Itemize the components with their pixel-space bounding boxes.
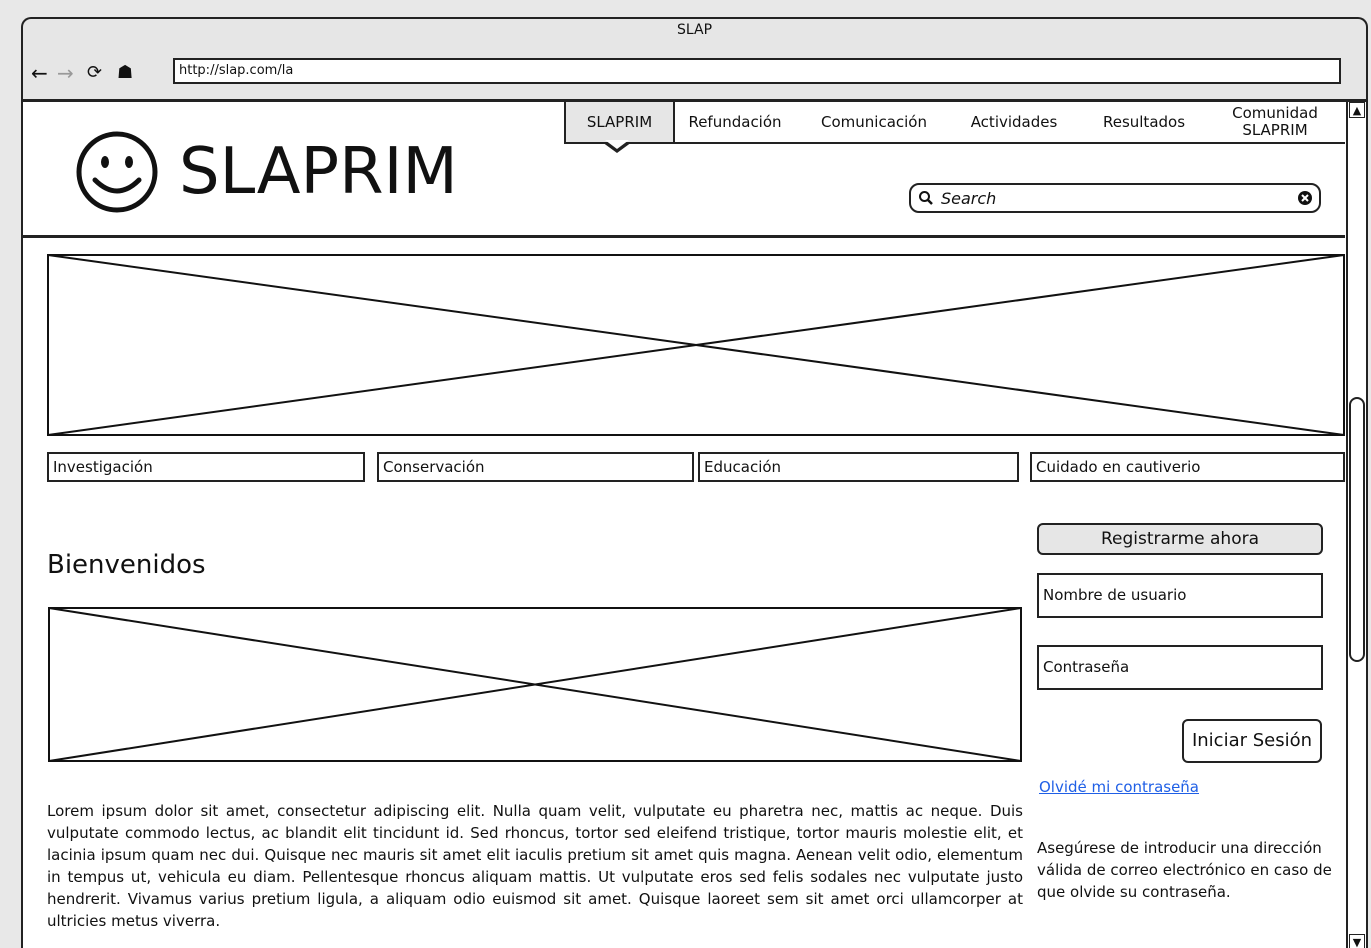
forward-icon[interactable]: → [57, 61, 74, 85]
tab-comunidad-slaprim[interactable]: Comunidad SLAPRIM [1216, 102, 1334, 142]
content-image-placeholder [48, 607, 1022, 762]
scroll-down-icon[interactable]: ▼ [1349, 934, 1365, 948]
scroll-up-icon[interactable]: ▲ [1349, 102, 1365, 118]
tab-slaprim[interactable]: SLAPRIM [564, 102, 675, 142]
username-field[interactable]: Nombre de usuario [1037, 573, 1323, 618]
back-icon[interactable]: ← [31, 61, 48, 85]
email-note: Asegúrese de introducir una dirección vá… [1037, 839, 1332, 901]
logo-text: SLAPRIM [179, 135, 458, 209]
page-content: SLAPRIM SLAPRIM Refundación Comunicación… [23, 102, 1345, 948]
login-button[interactable]: Iniciar Sesión [1182, 719, 1322, 763]
page-viewport: SLAPRIM SLAPRIM Refundación Comunicación… [23, 99, 1366, 948]
category-investigacion[interactable]: Investigación [47, 452, 365, 482]
page-title: Bienvenidos [47, 550, 206, 580]
smiley-icon [76, 131, 158, 213]
active-tab-indicator [602, 140, 632, 153]
vertical-scrollbar[interactable]: ▲ ▼ [1346, 102, 1366, 948]
clear-search-icon[interactable] [1297, 190, 1313, 206]
category-conservacion[interactable]: Conservación [377, 452, 694, 482]
tab-actividades[interactable]: Actividades [954, 102, 1074, 142]
search-field[interactable]: Search [909, 183, 1321, 213]
tab-comunicacion[interactable]: Comunicación [804, 102, 944, 142]
register-button[interactable]: Registrarme ahora [1037, 523, 1323, 555]
reload-icon[interactable]: ⟳ [87, 61, 102, 85]
tab-resultados[interactable]: Resultados [1082, 102, 1206, 142]
body-paragraph: Lorem ipsum dolor sit amet, consectetur … [47, 802, 1023, 930]
scroll-thumb[interactable] [1349, 397, 1365, 662]
hero-image-placeholder [47, 254, 1345, 436]
category-educacion[interactable]: Educación [698, 452, 1019, 482]
site-logo[interactable]: SLAPRIM [75, 122, 555, 222]
browser-window: SLAP ← → ⟳ ☗ http://slap.com/la SLAPRIM [21, 17, 1368, 948]
address-bar[interactable]: http://slap.com/la [173, 58, 1341, 84]
search-placeholder: Search [941, 189, 997, 208]
forgot-password-link[interactable]: Olvidé mi contraseña [1039, 778, 1199, 796]
category-bar: Investigación Conservación Educación Cui… [47, 452, 1345, 482]
home-icon[interactable]: ☗ [117, 61, 133, 85]
tab-refundacion[interactable]: Refundación [675, 102, 795, 142]
search-icon [919, 191, 933, 205]
site-header: SLAPRIM SLAPRIM Refundación Comunicación… [23, 102, 1345, 238]
window-title: SLAP [676, 22, 713, 38]
password-field[interactable]: Contraseña [1037, 645, 1323, 690]
main-nav: SLAPRIM Refundación Comunicación Activid… [564, 102, 1345, 153]
category-cuidado-en-cautiverio[interactable]: Cuidado en cautiverio [1030, 452, 1345, 482]
browser-nav-bar: ← → ⟳ ☗ http://slap.com/la [23, 55, 1366, 101]
